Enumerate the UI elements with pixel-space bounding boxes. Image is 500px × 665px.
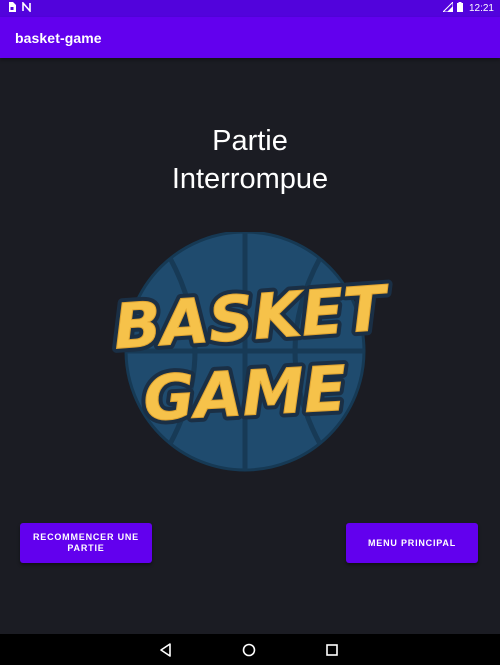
back-icon[interactable]	[158, 642, 174, 658]
title-line-1: Partie	[212, 125, 288, 157]
signal-icon	[441, 0, 454, 15]
app-title: basket-game	[15, 29, 102, 46]
screen-title: Partie Interrompue	[0, 122, 500, 198]
status-bar: 12:21	[0, 0, 500, 17]
recents-icon[interactable]	[324, 642, 340, 658]
restart-game-button[interactable]: RECOMMENCER UNE PARTIE	[20, 523, 152, 563]
battery-icon	[456, 2, 463, 15]
home-icon[interactable]	[241, 642, 257, 658]
main-menu-button[interactable]: MENU PRINCIPAL	[346, 523, 478, 563]
basket-game-logo: BASKET BASKET GAME GAME	[100, 230, 400, 472]
navigation-bar	[0, 634, 500, 665]
app-bar: basket-game	[0, 17, 500, 58]
status-time: 12:21	[468, 3, 494, 14]
logo-text-game: GAME	[142, 352, 348, 436]
sim-card-icon	[8, 2, 16, 15]
title-line-2: Interrompue	[171, 163, 329, 195]
nfc-icon	[22, 0, 31, 15]
